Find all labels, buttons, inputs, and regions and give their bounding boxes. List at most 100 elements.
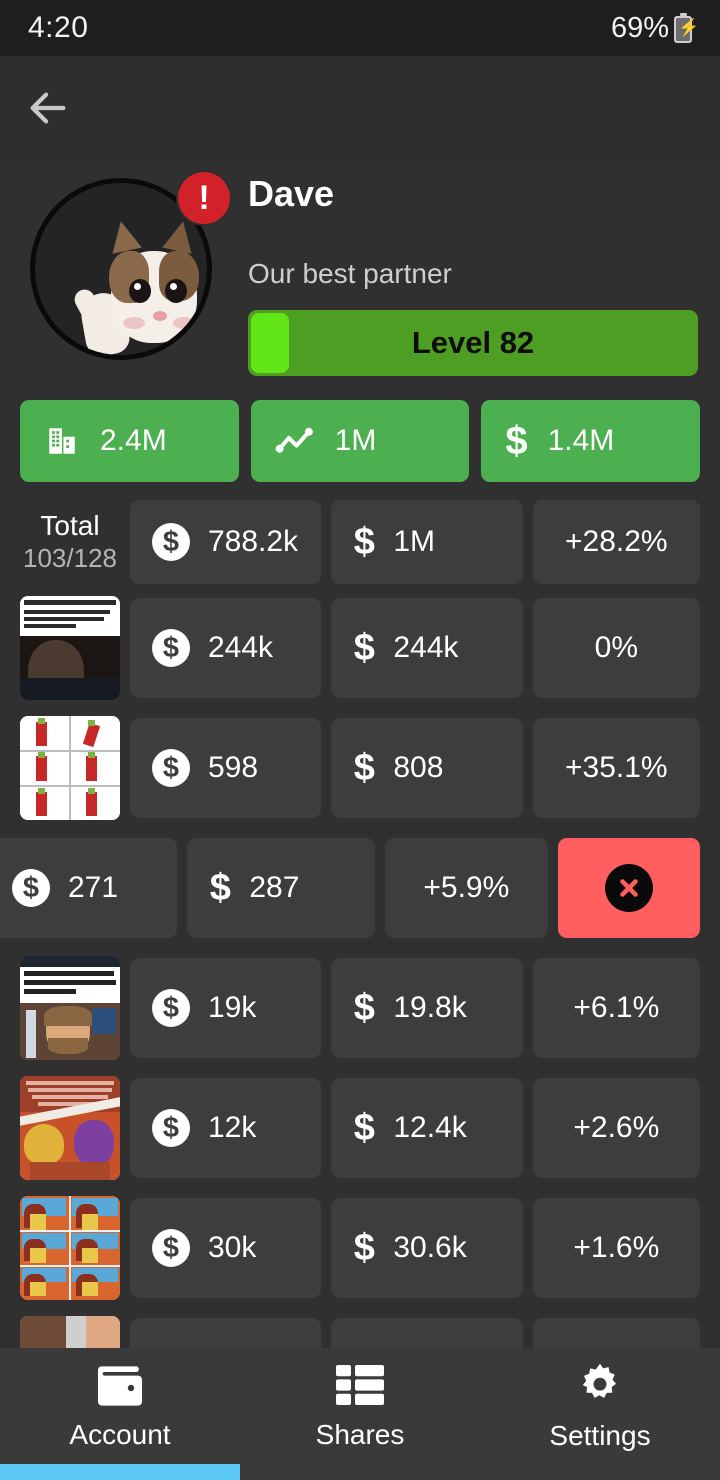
- summary-card-assets[interactable]: 2.4M: [20, 400, 239, 482]
- profile-name: Dave: [248, 174, 698, 214]
- dollar-icon: $: [353, 1111, 375, 1145]
- dollar-icon: $: [505, 424, 527, 458]
- summary-card-cash[interactable]: $ 1.4M: [481, 400, 700, 482]
- share-cost-cell[interactable]: $ 598: [130, 718, 321, 818]
- share-cost-value: 598: [208, 751, 258, 785]
- share-change-cell[interactable]: +5.9%: [385, 838, 548, 938]
- share-value-cell[interactable]: $ 12.4k: [331, 1078, 522, 1178]
- total-row: Total 103/128 $ 788.2k $ 1M +28.2%: [0, 496, 720, 588]
- share-change-value: 0%: [595, 631, 638, 665]
- share-value-cell[interactable]: $ 244k: [331, 598, 522, 698]
- status-right: 69% ⚡: [611, 12, 692, 45]
- meme-thumbnail-2[interactable]: [20, 716, 120, 820]
- battery-percent-label: 69%: [611, 12, 669, 45]
- meme-thumbnail-5[interactable]: [20, 1076, 120, 1180]
- back-button[interactable]: [0, 56, 96, 160]
- top-bar: [0, 56, 720, 160]
- arrow-left-icon: [25, 85, 71, 131]
- total-label-block: Total 103/128: [20, 510, 120, 573]
- share-row[interactable]: $ 244k $ 244k 0%: [0, 588, 720, 708]
- delete-circle-x-icon: [605, 864, 653, 912]
- nav-item-settings-label: Settings: [549, 1420, 650, 1452]
- share-cost-cell[interactable]: $ 12k: [130, 1078, 321, 1178]
- share-cost-cell[interactable]: $ 244k: [130, 598, 321, 698]
- share-change-cell[interactable]: +1.6%: [533, 1198, 700, 1298]
- share-change-cell[interactable]: +35.1%: [533, 718, 700, 818]
- total-change-value: +28.2%: [565, 525, 668, 559]
- share-change-cell[interactable]: 0%: [533, 598, 700, 698]
- share-cost-cell[interactable]: $ 271: [0, 838, 177, 938]
- gear-icon: [575, 1360, 625, 1410]
- bottom-navigation: Account Shares Settings: [0, 1348, 720, 1464]
- home-indicator-bar: [0, 1464, 720, 1480]
- status-bar: 4:20 69% ⚡: [0, 0, 720, 56]
- app-screen: 4:20 69% ⚡: [0, 0, 720, 1480]
- summary-card-cash-value: 1.4M: [548, 424, 615, 458]
- level-progress-bar[interactable]: Level 82: [248, 310, 698, 376]
- share-value-cell[interactable]: $ 287: [187, 838, 374, 938]
- level-label: Level 82: [412, 325, 534, 361]
- profile-subtitle: Our best partner: [248, 258, 698, 290]
- meme-thumbnail-6[interactable]: [20, 1196, 120, 1300]
- coin-dollar-icon: $: [152, 629, 190, 667]
- share-cost-value: 19k: [208, 991, 256, 1025]
- dollar-icon: $: [353, 631, 375, 665]
- share-row[interactable]: $ 30k $ 30.6k +1.6%: [0, 1188, 720, 1308]
- share-row[interactable]: $ 598 $ 808 +35.1%: [0, 708, 720, 828]
- share-change-value: +2.6%: [573, 1111, 659, 1145]
- dollar-icon: $: [353, 991, 375, 1025]
- home-indicator: [0, 1464, 240, 1480]
- total-label: Total: [20, 510, 120, 542]
- profile-section: ! Dave Our best partner Level 82: [0, 160, 720, 392]
- summary-card-shares-value: 1M: [335, 424, 377, 458]
- status-time: 4:20: [28, 11, 88, 45]
- level-progress-fill: [251, 313, 289, 373]
- profile-details: Dave Our best partner Level 82: [248, 174, 698, 376]
- summary-card-shares[interactable]: 1M: [251, 400, 470, 482]
- warning-exclamation-icon[interactable]: !: [178, 172, 230, 224]
- share-cost-value: 244k: [208, 631, 273, 665]
- share-value-value: 30.6k: [393, 1231, 466, 1265]
- share-row-swiped[interactable]: $ 271 $ 287 +5.9%: [0, 828, 720, 948]
- summary-cards-row: 2.4M 1M $ 1.4M: [0, 400, 720, 482]
- delete-share-button[interactable]: [558, 838, 700, 938]
- share-cost-value: 12k: [208, 1111, 256, 1145]
- nav-item-shares[interactable]: Shares: [240, 1361, 480, 1451]
- share-value-cell[interactable]: $ 808: [331, 718, 522, 818]
- battery-charging-icon: ⚡: [674, 13, 692, 43]
- warning-badge-mark: !: [198, 181, 209, 215]
- dollar-icon: $: [353, 751, 375, 785]
- total-cost-cell[interactable]: $ 788.2k: [130, 500, 321, 584]
- share-change-cell[interactable]: +2.6%: [533, 1078, 700, 1178]
- dollar-icon: $: [353, 1231, 375, 1265]
- share-change-value: +35.1%: [565, 751, 668, 785]
- share-value-value: 808: [393, 751, 443, 785]
- meme-thumbnail-4[interactable]: [20, 956, 120, 1060]
- share-cost-value: 30k: [208, 1231, 256, 1265]
- coin-dollar-icon: $: [152, 523, 190, 561]
- share-value-value: 244k: [393, 631, 458, 665]
- share-change-value: +6.1%: [573, 991, 659, 1025]
- share-value-value: 12.4k: [393, 1111, 466, 1145]
- dollar-icon: $: [209, 871, 231, 905]
- share-value-cell[interactable]: $ 30.6k: [331, 1198, 522, 1298]
- share-change-cell[interactable]: +6.1%: [533, 958, 700, 1058]
- share-value-value: 19.8k: [393, 991, 466, 1025]
- share-value-cell[interactable]: $ 19.8k: [331, 958, 522, 1058]
- meme-thumbnail-1[interactable]: [20, 596, 120, 700]
- total-value-cell[interactable]: $ 1M: [331, 500, 522, 584]
- share-cost-value: 271: [68, 871, 118, 905]
- total-change-cell[interactable]: +28.2%: [533, 500, 700, 584]
- list-icon: [334, 1361, 386, 1409]
- share-row[interactable]: $ 12k $ 12.4k +2.6%: [0, 1068, 720, 1188]
- total-value-value: 1M: [393, 525, 435, 559]
- coin-dollar-icon: $: [152, 1109, 190, 1147]
- share-cost-cell[interactable]: $ 30k: [130, 1198, 321, 1298]
- nav-item-account[interactable]: Account: [0, 1361, 240, 1451]
- nav-item-account-label: Account: [69, 1419, 170, 1451]
- nav-item-settings[interactable]: Settings: [480, 1360, 720, 1452]
- share-row[interactable]: $ 19k $ 19.8k +6.1%: [0, 948, 720, 1068]
- share-cost-cell[interactable]: $ 19k: [130, 958, 321, 1058]
- share-value-value: 287: [249, 871, 299, 905]
- wallet-icon: [92, 1361, 148, 1409]
